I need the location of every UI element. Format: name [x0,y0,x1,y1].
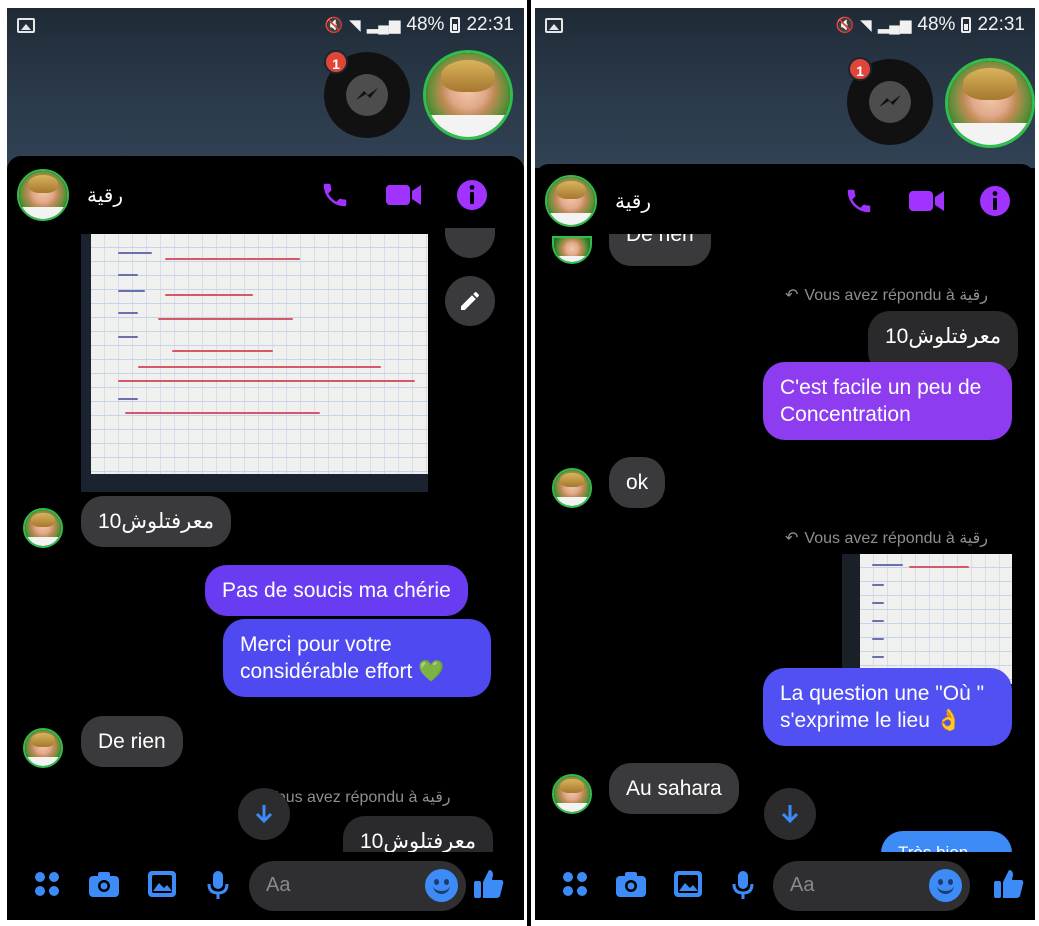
battery-percent: 48% [406,14,445,35]
sender-avatar [552,774,592,814]
video-call-icon[interactable] [386,182,422,213]
scroll-down-button[interactable] [764,788,816,840]
composer-bar: Aa [535,852,1035,920]
sender-avatar [23,728,63,768]
mute-icon: 🔇 [324,17,344,34]
gallery-notification-icon [545,17,563,33]
header-avatar[interactable] [17,169,69,221]
outgoing-message[interactable]: Merci pour votre considérable effort 💚 [223,619,491,697]
messenger-icon [869,81,911,123]
reply-indicator: ↶ Vous avez répondu à رقية [785,528,988,548]
gallery-icon[interactable] [147,870,177,903]
thumbs-up-icon[interactable] [993,868,1025,905]
wifi-icon: ◥ [349,17,361,34]
ok-hand-emoji: 👌 [935,709,962,732]
message-input-placeholder: Aa [266,874,291,896]
chat-header: رقية [7,158,524,232]
info-icon[interactable] [456,179,488,216]
microphone-icon[interactable] [207,870,229,905]
wifi-icon: ◥ [860,17,872,34]
scroll-down-button[interactable] [238,788,290,840]
clock: 22:31 [977,14,1025,35]
sender-avatar [23,508,63,548]
screenshot-left: 🔇 ◥ ▂▄▆ 48% 22:31 1 رقية 10معرفتلوش Pas … [7,8,524,920]
outgoing-message[interactable]: Pas de soucis ma chérie [205,565,468,616]
message-text: Merci pour votre considérable effort [240,633,413,683]
contact-chathead[interactable] [423,50,513,140]
partial-message-text: De rien [626,234,694,246]
reply-indicator: ↶ Vous avez répondu à رقية [785,285,988,305]
signal-icon: ▂▄▆ [877,17,912,34]
incoming-message-partial[interactable]: De rien [609,234,711,266]
reply-indicator-text: Vous avez répondu à رقية [804,287,988,304]
reply-indicator: Vous avez répondu à رقية [267,787,451,807]
reply-quote[interactable]: 10معرفتلوش [343,816,494,856]
message-input[interactable]: Aa [773,861,970,911]
outgoing-message[interactable]: La question une "Où " s'exprime le lieu … [763,668,1012,746]
gallery-notification-icon [17,17,35,33]
reply-indicator-text: Vous avez répondu à رقية [804,530,988,547]
outgoing-message-partial[interactable]: Très bien [881,831,1012,853]
notebook-paper [91,234,428,474]
emoji-icon[interactable] [929,869,962,902]
video-call-icon[interactable] [909,188,945,219]
incoming-message[interactable]: De rien [81,716,183,767]
screenshot-right: 🔇 ◥ ▂▄▆ 48% 22:31 1 رقية De rien ↶ Vous … [535,8,1035,920]
contact-avatar [426,53,510,137]
contact-name[interactable]: رقية [87,183,123,208]
battery-icon [450,17,461,33]
status-bar: 🔇 ◥ ▂▄▆ 48% 22:31 [535,8,1035,42]
outgoing-message[interactable]: C'est facile un peu de Concentration [763,362,1012,440]
camera-icon[interactable] [615,870,647,903]
edit-photo-button[interactable] [445,276,495,326]
screenshot-divider [527,0,531,926]
messenger-icon [346,74,388,116]
emoji-icon[interactable] [425,869,458,902]
clock: 22:31 [466,14,514,35]
green-heart-emoji: 💚 [418,660,445,683]
header-avatar[interactable] [545,175,597,227]
status-bar: 🔇 ◥ ▂▄▆ 48% 22:31 [7,8,524,42]
thumbs-up-icon[interactable] [473,868,505,905]
message-input[interactable]: Aa [249,861,466,911]
composer-bar: Aa [7,852,524,920]
contact-avatar [948,61,1032,145]
signal-icon: ▂▄▆ [366,17,401,34]
apps-grid-icon[interactable] [33,870,61,903]
battery-icon [961,17,972,33]
reply-quote-photo[interactable] [842,554,1012,684]
battery-percent: 48% [917,14,956,35]
microphone-icon[interactable] [732,870,754,905]
info-icon[interactable] [979,185,1011,222]
unread-badge: 1 [324,50,348,74]
message-input-placeholder: Aa [790,874,815,896]
incoming-message[interactable]: 10معرفتلوش [81,496,232,547]
apps-grid-icon[interactable] [561,870,589,903]
reply-indicator-text: Vous avez répondu à رقية [267,789,451,806]
shared-photo[interactable] [81,234,428,492]
unread-badge: 1 [848,57,872,81]
sender-avatar [552,468,592,508]
incoming-message[interactable]: Au sahara [609,763,739,814]
mute-icon: 🔇 [835,17,855,34]
reply-arrow-icon: ↶ [785,530,799,547]
gallery-icon[interactable] [673,870,703,903]
contact-name[interactable]: رقية [615,189,651,214]
reply-arrow-icon: ↶ [785,287,799,304]
camera-icon[interactable] [88,870,120,903]
incoming-message[interactable]: ok [609,457,666,508]
phone-call-icon[interactable] [844,186,874,221]
phone-call-icon[interactable] [320,180,350,215]
contact-chathead[interactable] [945,58,1035,148]
chat-header: رقية [535,164,1035,238]
sender-avatar [552,236,592,264]
notebook-paper [860,554,1012,684]
